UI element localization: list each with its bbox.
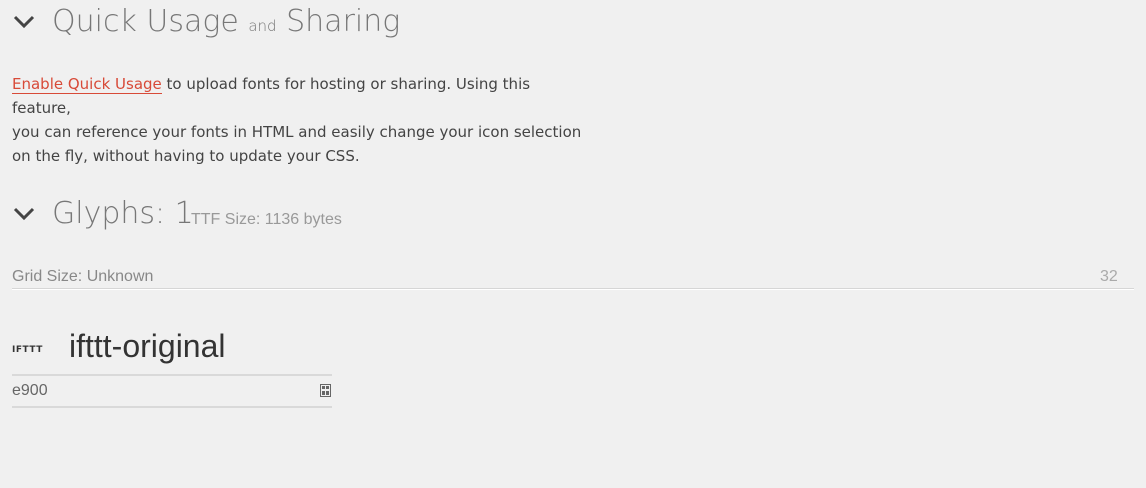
glyph-preview[interactable]: IFTTT xyxy=(12,337,46,355)
chevron-down-icon[interactable] xyxy=(12,202,36,226)
description-line3: on the fly, without having to update you… xyxy=(12,147,360,165)
glyph-name[interactable]: ifttt-original xyxy=(69,328,226,365)
ifttt-icon: IFTTT xyxy=(12,345,43,355)
description-line2: you can reference your fonts in HTML and… xyxy=(12,123,582,141)
grid-divider xyxy=(12,288,1134,290)
title-sharing: Sharing xyxy=(286,4,401,39)
ttf-size: TTF Size: 1136 bytes xyxy=(191,211,342,228)
grid-size-value[interactable]: 32 xyxy=(1100,268,1118,286)
glyphs-title: Glyphs: 1 xyxy=(52,196,194,231)
enable-quick-usage-link[interactable]: Enable Quick Usage xyxy=(12,75,162,94)
quick-usage-description: Enable Quick Usage to upload fonts for h… xyxy=(12,72,582,168)
glyph-code-field[interactable] xyxy=(12,374,332,408)
chevron-down-icon[interactable] xyxy=(12,10,36,34)
glyph-code-input[interactable] xyxy=(12,374,332,408)
section-title-quick-usage: Quick Usage and Sharing xyxy=(52,2,400,46)
grid-size-label: Grid Size: Unknown xyxy=(12,268,154,285)
title-quick-usage: Quick Usage xyxy=(52,4,239,39)
title-and: and xyxy=(248,17,277,35)
copy-icon[interactable] xyxy=(320,384,331,397)
